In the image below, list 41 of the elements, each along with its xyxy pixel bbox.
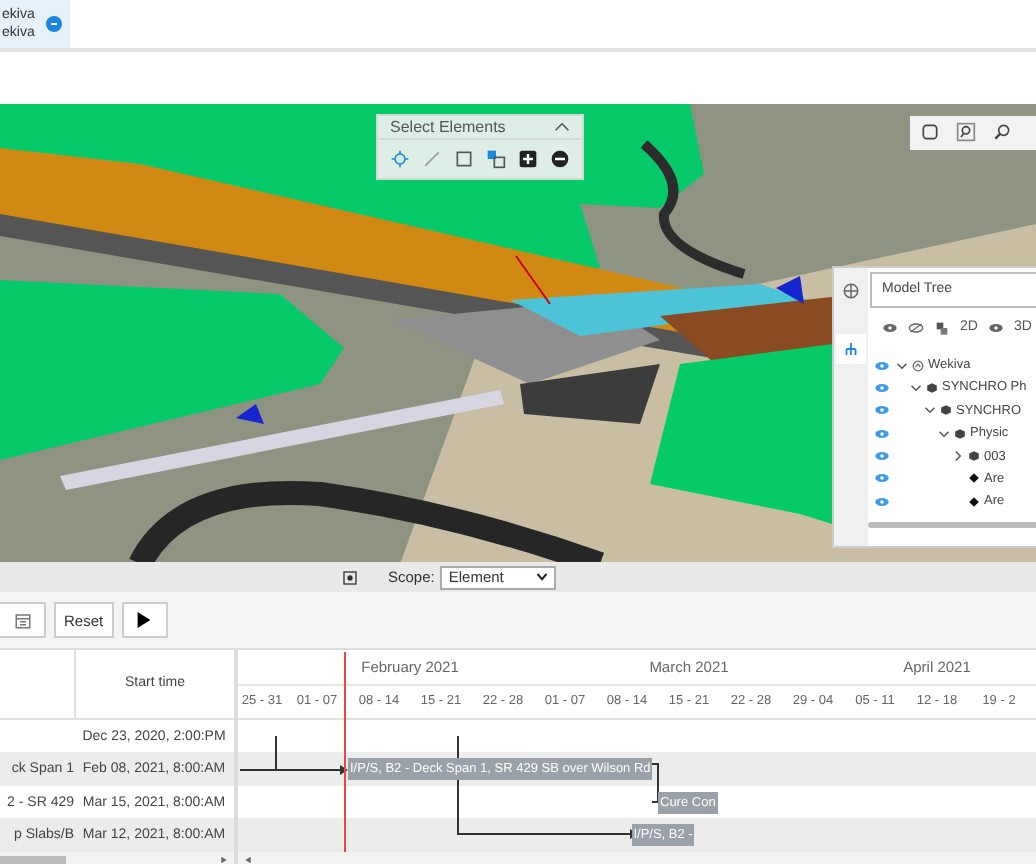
visibility-eye-icon[interactable] xyxy=(874,404,890,417)
hierarchy-icon[interactable] xyxy=(836,333,866,364)
zoom-window-icon[interactable] xyxy=(956,122,976,143)
eye-icon[interactable] xyxy=(882,319,898,336)
expand-chevron-icon[interactable] xyxy=(924,404,936,417)
visibility-eye-icon[interactable] xyxy=(874,381,890,394)
zoom-icon[interactable] xyxy=(992,122,1012,143)
screenshot-icon[interactable] xyxy=(342,569,358,586)
expand-chevron-icon[interactable] xyxy=(952,450,964,463)
add-icon[interactable] xyxy=(516,145,540,172)
point-select-icon[interactable] xyxy=(388,145,412,172)
dropdown-caret-icon xyxy=(536,572,549,583)
visibility-eye-icon[interactable] xyxy=(874,472,890,485)
scrollbar-thumb[interactable] xyxy=(0,855,66,864)
marker-icon xyxy=(236,403,264,424)
visibility-eye-icon[interactable] xyxy=(874,495,890,508)
play-button[interactable] xyxy=(121,602,168,639)
home-icon xyxy=(912,359,924,372)
remove-icon[interactable] xyxy=(548,145,572,172)
scroll-left-icon[interactable] xyxy=(244,855,252,864)
visibility-eye-icon[interactable] xyxy=(874,427,890,440)
expand-chevron-icon[interactable] xyxy=(896,359,908,372)
play-icon xyxy=(136,610,153,631)
calendar-icon xyxy=(13,611,31,630)
scroll-right-icon[interactable] xyxy=(220,855,228,864)
status-dot-icon xyxy=(46,15,63,32)
marker-icon xyxy=(776,275,804,304)
calendar-button[interactable] xyxy=(0,602,46,639)
expand-chevron-icon[interactable] xyxy=(910,381,922,394)
fit-view-icon[interactable] xyxy=(920,122,940,143)
horizontal-scrollbar[interactable] xyxy=(868,521,1036,528)
panel-title: Select Elements xyxy=(390,117,506,136)
globe-icon[interactable] xyxy=(842,281,860,300)
visibility-eye-icon[interactable] xyxy=(874,450,890,463)
cubes-icon[interactable] xyxy=(934,319,950,336)
select-shapes-icon[interactable] xyxy=(484,145,508,172)
eye-slash-icon[interactable] xyxy=(908,319,924,336)
expand-chevron-icon[interactable] xyxy=(938,427,950,440)
collapse-chevron-icon[interactable] xyxy=(554,121,570,132)
visibility-eye-icon[interactable] xyxy=(874,359,890,372)
eye-icon[interactable] xyxy=(987,319,1004,336)
